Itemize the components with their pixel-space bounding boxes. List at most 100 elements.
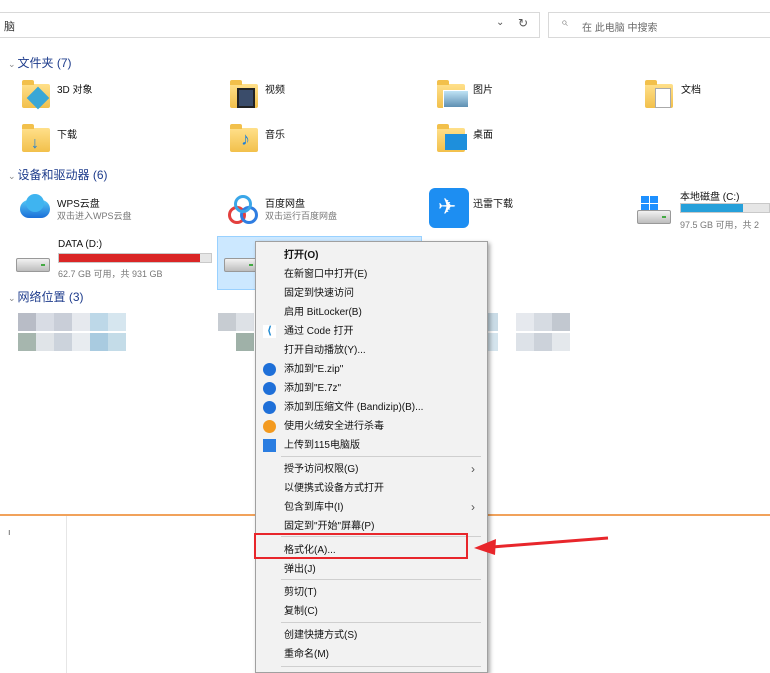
drive-d-icon[interactable] — [16, 258, 50, 272]
bandizip-icon — [263, 363, 276, 376]
menu-item[interactable]: 剪切(T) — [256, 583, 487, 602]
cursor-mark: ı — [8, 527, 11, 537]
menu-item-label: 以便携式设备方式打开 — [284, 483, 384, 494]
menu-item[interactable]: 使用火绒安全进行杀毒 — [256, 417, 487, 436]
drive-d-label[interactable]: DATA (D:) — [58, 239, 102, 250]
drive-c-sub: 97.5 GB 可用，共 2 — [680, 220, 760, 230]
wps-cloud-icon[interactable] — [16, 194, 52, 222]
menu-item-label: 剪切(T) — [284, 587, 317, 598]
group-title: 设备和驱动器 (6) — [17, 168, 108, 182]
menu-item-label: 包含到库中(I) — [284, 502, 344, 513]
folder-documents-label[interactable]: 文档 — [681, 81, 701, 96]
red-arrow-icon — [474, 536, 609, 555]
menu-item[interactable]: 添加到压缩文件 (Bandizip)(B)... — [256, 398, 487, 417]
device-wps-sub: 双击进入WPS云盘 — [57, 211, 132, 221]
menu-separator — [281, 456, 481, 457]
menu-item[interactable]: 启用 BitLocker(B) — [256, 303, 487, 322]
folder-pictures-label[interactable]: 图片 — [473, 81, 493, 96]
search-icon: ⌕ — [561, 15, 568, 29]
search-input[interactable]: 在 此电脑 中搜索 — [582, 19, 658, 34]
menu-item-label: 复制(C) — [284, 606, 318, 617]
drive-c-usage-fill — [681, 204, 743, 212]
folder-downloads-icon[interactable]: ↓ — [22, 124, 50, 154]
menu-item-label: 重命名(M) — [284, 649, 329, 660]
menu-item[interactable]: 打开(O) — [256, 246, 487, 265]
menu-item-label: 授予访问权限(G) — [284, 464, 359, 475]
menu-item[interactable]: 授予访问权限(G) › — [256, 460, 487, 479]
address-bar[interactable] — [0, 12, 540, 38]
menu-item-label: 上传到115电脑版 — [284, 440, 360, 451]
group-title: 网络位置 (3) — [17, 290, 84, 304]
chevron-icon: ⌄ — [8, 171, 16, 181]
highlight-box — [254, 533, 468, 559]
group-header-folders[interactable]: ⌄ 文件夹 (7) — [8, 54, 72, 71]
address-text[interactable]: 脑 — [4, 18, 15, 34]
menu-item-label: 在新窗口中打开(E) — [284, 269, 368, 280]
refresh-icon[interactable]: ↻ — [518, 16, 528, 30]
drive-c-label[interactable]: 本地磁盘 (C:) — [680, 188, 739, 203]
chevron-icon: ⌄ — [8, 293, 16, 303]
network-location-blurred[interactable] — [480, 313, 590, 355]
windows-drive-icon[interactable] — [637, 196, 673, 226]
folder-documents-icon[interactable] — [645, 80, 675, 110]
context-menu[interactable]: 打开(O) 在新窗口中打开(E) 固定到快速访问启用 BitLocker(B) ⟨ 通过… — [255, 241, 488, 673]
folder-pictures-icon[interactable] — [437, 80, 469, 110]
baidu-netdisk-icon[interactable] — [226, 194, 258, 224]
huorong-icon — [263, 420, 276, 433]
device-xunlei-label[interactable]: 迅雷下载 — [473, 195, 513, 210]
divider — [66, 516, 67, 673]
menu-item[interactable]: 上传到115电脑版 — [256, 436, 487, 455]
folder-3d-objects-icon[interactable] — [22, 80, 50, 110]
folder-downloads-label[interactable]: 下载 — [57, 126, 77, 141]
menu-item[interactable]: 包含到库中(I) › — [256, 498, 487, 517]
menu-item[interactable]: 创建快捷方式(S) — [256, 626, 487, 645]
menu-item[interactable]: 添加到"E.7z" — [256, 379, 487, 398]
device-wps-label[interactable]: WPS云盘 — [57, 195, 100, 210]
group-header-devices[interactable]: ⌄ 设备和驱动器 (6) — [8, 166, 108, 183]
menu-item-label: 添加到压缩文件 (Bandizip)(B)... — [284, 402, 424, 413]
drive-d-usage-bar — [58, 253, 212, 263]
menu-item-label: 添加到"E.zip" — [284, 364, 344, 375]
menu-item-label: 弹出(J) — [284, 564, 316, 575]
menu-item[interactable]: 固定到快速访问 — [256, 284, 487, 303]
chevron-icon: ⌄ — [8, 59, 16, 69]
network-location-blurred[interactable] — [18, 313, 258, 355]
bandizip-icon — [263, 401, 276, 414]
chevron-down-icon[interactable]: ⌄ — [496, 17, 508, 31]
menu-item[interactable]: ⟨ 通过 Code 打开 — [256, 322, 487, 341]
folder-desktop-icon[interactable] — [437, 124, 469, 154]
menu-separator — [281, 579, 481, 580]
drive-d-sub: 62.7 GB 可用，共 931 GB — [58, 269, 163, 279]
device-baidu-sub: 双击运行百度网盘 — [265, 211, 338, 221]
device-baidu-label[interactable]: 百度网盘 — [265, 195, 305, 210]
menu-item[interactable]: 打开自动播放(Y)... — [256, 341, 487, 360]
menu-item-label: 使用火绒安全进行杀毒 — [284, 421, 384, 432]
menu-item[interactable]: 弹出(J) — [256, 560, 487, 579]
menu-item[interactable]: 重命名(M) — [256, 645, 487, 664]
bandizip-icon — [263, 382, 276, 395]
folder-videos-label[interactable]: 视频 — [265, 81, 285, 96]
folder-desktop-label[interactable]: 桌面 — [473, 126, 493, 141]
submenu-arrow-icon: › — [471, 462, 475, 476]
menu-item[interactable]: 以便携式设备方式打开 — [256, 479, 487, 498]
menu-item[interactable]: 添加到"E.zip" — [256, 360, 487, 379]
submenu-arrow-icon: › — [471, 500, 475, 514]
menu-item[interactable]: 在新窗口中打开(E) — [256, 265, 487, 284]
vscode-icon: ⟨ — [263, 325, 276, 338]
folder-3d-objects-label[interactable]: 3D 对象 — [57, 81, 93, 96]
xunlei-icon[interactable]: ✈ — [429, 188, 469, 228]
folder-videos-icon[interactable] — [230, 80, 260, 110]
menu-item-label: 启用 BitLocker(B) — [284, 307, 362, 318]
folder-music-label[interactable]: 音乐 — [265, 126, 285, 141]
group-header-network[interactable]: ⌄ 网络位置 (3) — [8, 288, 84, 305]
folder-music-icon[interactable]: ♪ — [230, 124, 260, 154]
menu-item-label: 创建快捷方式(S) — [284, 630, 358, 641]
drive-c-usage-bar — [680, 203, 770, 213]
upload-115-icon — [263, 439, 276, 452]
group-title: 文件夹 (7) — [17, 56, 72, 70]
menu-item[interactable]: 复制(C) — [256, 602, 487, 621]
divider — [0, 514, 255, 516]
divider — [488, 514, 770, 516]
drive-e-icon[interactable] — [224, 258, 258, 272]
menu-item-label: 通过 Code 打开 — [284, 326, 354, 337]
